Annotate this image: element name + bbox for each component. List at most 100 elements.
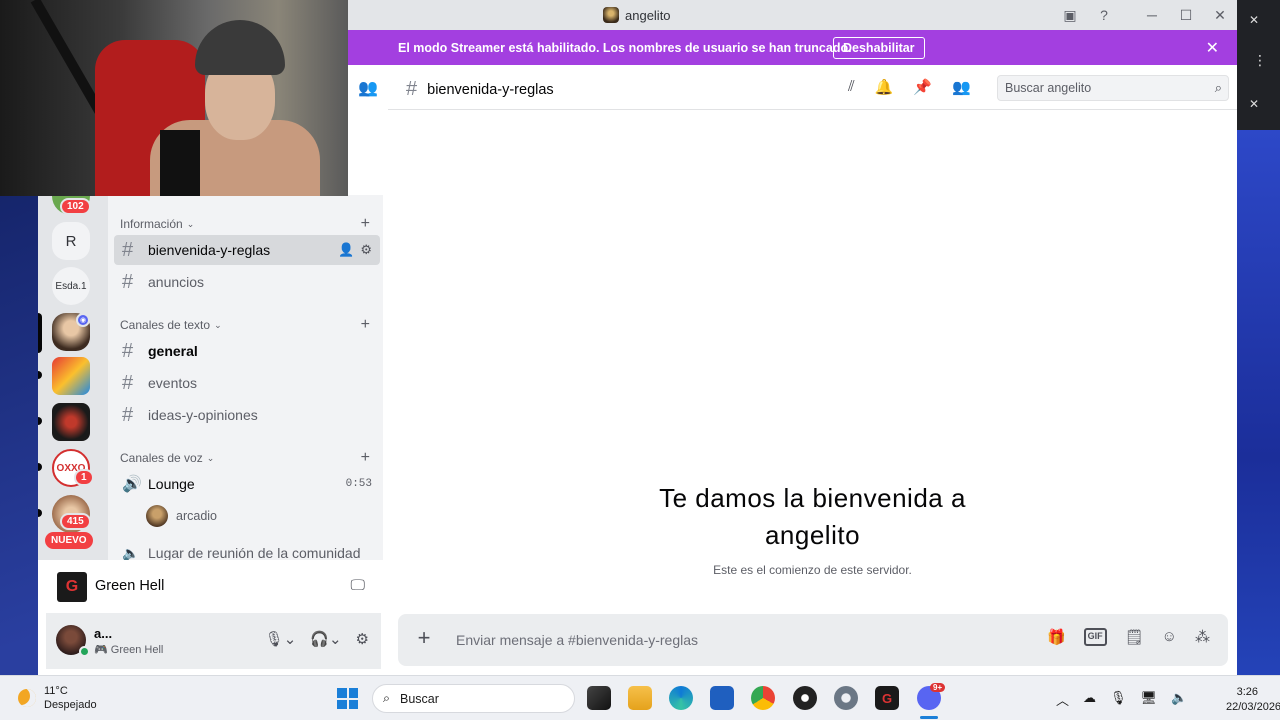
unread-indicator — [38, 463, 42, 471]
new-label: NUEVO — [45, 532, 93, 549]
mention-badge: 102 — [60, 198, 91, 215]
game-title: Green Hell — [95, 578, 165, 594]
cloud-icon[interactable]: ☁ — [1083, 690, 1096, 709]
hash-icon: # — [122, 339, 134, 362]
voice-channel-lounge[interactable]: 🔊 Lounge 0:53 — [114, 469, 380, 499]
add-attachment-icon[interactable]: + — [412, 625, 436, 650]
create-channel-icon[interactable]: + — [361, 449, 370, 467]
gear-icon[interactable]: ⚙ — [356, 630, 369, 648]
volume-icon[interactable]: 🔈 — [1171, 690, 1187, 709]
composer-icons: 🎁 GIF 🗒 ☺ ⁂ — [1047, 628, 1210, 646]
streamer-mode-banner: El modo Streamer está habilitado. Los no… — [348, 30, 1237, 65]
threads-icon[interactable]: ⫽ — [848, 78, 855, 96]
create-channel-icon[interactable]: + — [361, 215, 370, 233]
taskbar-search[interactable]: ⌕ Buscar — [372, 684, 575, 713]
channel-bienvenida[interactable]: # bienvenida-y-reglas 👤 ⚙ — [114, 235, 380, 265]
file-explorer-icon[interactable] — [628, 686, 652, 710]
search-input[interactable] — [998, 76, 1188, 100]
channel-ideas[interactable]: # ideas-y-opiniones — [114, 400, 380, 430]
server-icon-r[interactable]: R — [52, 222, 90, 260]
minimize-button[interactable]: ─ — [1135, 0, 1169, 30]
headphones-icon[interactable]: 🎧⌄ — [310, 630, 341, 648]
gift-icon[interactable]: 🎁 — [1047, 628, 1066, 646]
obs-icon[interactable] — [793, 686, 817, 710]
voice-timer: 0:53 — [345, 478, 372, 490]
message-composer: + 🎁 GIF 🗒 ☺ ⁂ — [398, 614, 1228, 666]
voice-user[interactable]: arcadio — [146, 505, 217, 527]
category-text[interactable]: Canales de texto ⌄ + — [120, 316, 370, 334]
maximize-button[interactable]: ☐ — [1169, 0, 1203, 30]
message-input[interactable] — [456, 628, 1016, 652]
clock[interactable]: 3:26 22/03/2026 — [1226, 685, 1280, 715]
microphone — [160, 130, 200, 196]
online-status-icon — [79, 646, 90, 657]
server-icon-skull[interactable] — [52, 403, 90, 441]
green-hell-icon[interactable]: G — [875, 686, 899, 710]
chevron-down-icon: ⌄ — [206, 452, 215, 463]
welcome-server-name: angelito — [764, 520, 861, 550]
channel-anuncios[interactable]: # anuncios — [114, 267, 380, 297]
member-add-icon[interactable]: 👥 — [348, 65, 388, 110]
channel-label: ideas-y-opiniones — [148, 407, 258, 423]
server-rail: 102 R Esda.1 ◉ OXXO 1 415 NUEVO — [38, 195, 108, 560]
hash-icon: # — [122, 238, 134, 261]
game-app-icon[interactable] — [587, 686, 611, 710]
microphone-icon[interactable]: 🎙 — [1110, 690, 1127, 709]
server-icon — [603, 7, 619, 23]
channel-general[interactable]: # general — [114, 336, 380, 366]
bell-icon[interactable]: 🔔 — [875, 78, 894, 96]
streamer-mode-text: El modo Streamer está habilitado. Los no… — [398, 41, 852, 55]
members-icon[interactable]: 👥 — [952, 78, 971, 96]
user-name[interactable]: a... — [94, 626, 112, 641]
avatar — [146, 505, 168, 527]
temperature: 11°C — [44, 685, 68, 697]
network-icon[interactable]: 🖥 — [1141, 690, 1158, 709]
category-info[interactable]: Información ⌄ + — [120, 215, 370, 233]
settings-icon[interactable] — [834, 686, 858, 710]
channel-label: eventos — [148, 375, 198, 391]
emoji-icon[interactable]: ☺ — [1162, 628, 1177, 646]
server-icon-adz[interactable] — [52, 357, 90, 395]
weather-widget[interactable]: 11°C Despejado — [18, 684, 97, 712]
pin-icon[interactable]: 📌 — [913, 78, 932, 96]
taskbar-search-label: Buscar — [400, 691, 439, 706]
edge-browser-icon[interactable] — [669, 686, 693, 710]
close-icon[interactable]: ✕ — [1249, 97, 1259, 111]
search-icon[interactable]: ⌕ — [1215, 80, 1222, 96]
unread-indicator — [38, 509, 42, 517]
close-icon[interactable]: ✕ — [1249, 13, 1259, 27]
background-window-edge: ✕ ⋮ ✕ — [1237, 0, 1280, 675]
user-activity-text: Green Hell — [110, 644, 164, 656]
inbox-icon[interactable]: ▣ — [1053, 0, 1087, 30]
unread-indicator — [38, 417, 42, 425]
sticker-icon[interactable]: 🗒 — [1125, 628, 1144, 646]
gear-icon[interactable]: ⚙ — [360, 242, 372, 258]
welcome-subtitle: Este es el comienzo de este servidor. — [713, 563, 912, 577]
close-button[interactable]: ✕ — [1203, 0, 1237, 30]
more-vertical-icon[interactable]: ⋮ — [1253, 52, 1267, 69]
category-label: Canales de texto — [120, 318, 211, 332]
screen-share-icon[interactable]: 🖵 — [351, 577, 365, 594]
invite-icon[interactable]: 👤 — [338, 242, 354, 258]
window-title: angelito — [603, 7, 671, 23]
disable-streamer-button[interactable]: Deshabilitar — [833, 37, 925, 59]
help-icon[interactable]: ? — [1087, 0, 1121, 30]
chrome-icon[interactable] — [751, 686, 775, 710]
windows-start-icon[interactable] — [337, 688, 358, 709]
stage-channel[interactable]: 🔈 Lugar de reunión de la comunidad — [114, 538, 380, 561]
category-voice[interactable]: Canales de voz ⌄ + — [120, 449, 370, 467]
gif-icon[interactable]: GIF — [1083, 628, 1107, 646]
activity-panel: G Green Hell 🖵 — [46, 563, 381, 611]
stage-icon: 🔈 — [122, 544, 140, 561]
channel-label: Lounge — [148, 476, 195, 492]
hash-icon: # — [122, 403, 134, 426]
window-controls: ▣ ? ─ ☐ ✕ — [1053, 0, 1237, 30]
channel-eventos[interactable]: # eventos — [114, 368, 380, 398]
microphone-icon[interactable]: 🎙⌄ — [265, 630, 297, 648]
create-channel-icon[interactable]: + — [361, 316, 370, 334]
chevron-up-icon[interactable]: ︿ — [1056, 690, 1069, 709]
close-banner-button[interactable]: ✕ — [1206, 38, 1219, 58]
apps-icon[interactable]: ⁂ — [1195, 628, 1210, 646]
store-icon[interactable] — [710, 686, 734, 710]
server-icon-esda[interactable]: Esda.1 — [52, 267, 90, 305]
